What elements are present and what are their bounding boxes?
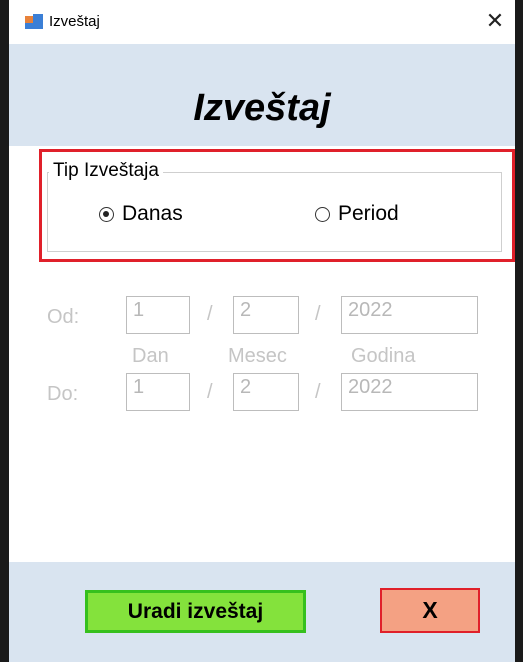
radio-danas[interactable]: Danas	[99, 202, 183, 226]
radio-period-label: Period	[338, 202, 399, 225]
close-icon[interactable]: ✕	[479, 6, 511, 38]
to-label: Do:	[47, 383, 79, 405]
from-label: Od:	[47, 306, 80, 328]
page-title: Izveštaj	[193, 87, 331, 129]
radio-danas-label: Danas	[122, 202, 183, 225]
radio-unselected-icon[interactable]	[315, 206, 330, 222]
to-separator-2: /	[315, 381, 321, 403]
month-caption: Mesec	[228, 345, 287, 367]
to-day-input[interactable]: 1	[126, 373, 190, 411]
from-day-input[interactable]: 1	[126, 296, 190, 334]
from-month-input[interactable]: 2	[233, 296, 299, 334]
to-month-input[interactable]: 2	[233, 373, 299, 411]
header-banner: Izveštaj	[9, 44, 515, 146]
title-bar: Izveštaj ✕	[9, 0, 515, 44]
from-separator-1: /	[207, 303, 213, 325]
cancel-button[interactable]: X	[380, 588, 480, 633]
from-year-input[interactable]: 2022	[341, 296, 478, 334]
app-icon	[25, 14, 43, 30]
radio-period[interactable]: Period	[315, 202, 399, 226]
day-caption: Dan	[132, 345, 169, 367]
report-window: Izveštaj ✕ Izveštaj Tip Izveštaja Danas …	[9, 0, 515, 662]
window-title: Izveštaj	[49, 13, 100, 30]
report-type-legend: Tip Izveštaja	[49, 160, 163, 182]
to-separator-1: /	[207, 381, 213, 403]
run-report-button[interactable]: Uradi izveštaj	[85, 590, 306, 633]
year-caption: Godina	[351, 345, 416, 367]
to-year-input[interactable]: 2022	[341, 373, 478, 411]
from-separator-2: /	[315, 303, 321, 325]
radio-selected-icon[interactable]	[99, 206, 114, 222]
